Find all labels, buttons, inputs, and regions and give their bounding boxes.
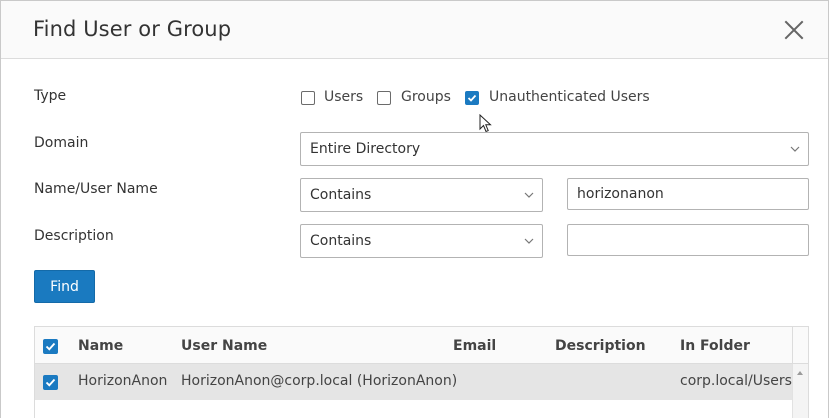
description-label: Description <box>34 228 114 244</box>
description-operator-value: Contains <box>310 233 372 249</box>
description-input[interactable] <box>567 224 809 256</box>
results-grid: Name User Name Email Description In Fold… <box>34 326 809 418</box>
type-label: Type <box>34 88 67 104</box>
unauthenticated-users-checkbox-label[interactable]: Unauthenticated Users <box>489 89 650 105</box>
groups-checkbox[interactable] <box>377 91 391 105</box>
description-operator-select[interactable]: Contains <box>300 224 543 258</box>
grid-header: Name User Name Email Description In Fold… <box>35 327 808 364</box>
select-all-checkbox[interactable] <box>43 339 58 354</box>
domain-label: Domain <box>34 135 89 151</box>
dialog-header: Find User or Group <box>1 1 828 59</box>
domain-select[interactable]: Entire Directory <box>300 132 809 166</box>
unauthenticated-users-checkbox[interactable] <box>465 91 479 105</box>
column-header-in-folder[interactable]: In Folder <box>680 338 750 354</box>
mouse-pointer-icon <box>479 114 492 133</box>
chevron-down-icon <box>524 192 534 198</box>
table-row[interactable]: HorizonAnon HorizonAnon@corp.local (Hori… <box>35 364 792 400</box>
find-button[interactable]: Find <box>34 270 95 303</box>
column-header-user-name[interactable]: User Name <box>181 338 267 354</box>
check-icon <box>467 94 477 102</box>
close-button[interactable] <box>783 19 805 41</box>
chevron-down-icon <box>524 238 534 244</box>
column-header-email[interactable]: Email <box>453 338 496 354</box>
name-label: Name/User Name <box>34 181 158 197</box>
check-icon <box>45 342 56 351</box>
cell-name: HorizonAnon <box>78 373 168 389</box>
close-icon <box>784 20 804 40</box>
users-checkbox-label[interactable]: Users <box>324 89 363 105</box>
name-operator-select[interactable]: Contains <box>300 178 543 212</box>
vertical-scrollbar[interactable] <box>792 364 808 418</box>
row-checkbox[interactable] <box>43 375 58 390</box>
dialog-title: Find User or Group <box>33 17 232 41</box>
chevron-down-icon <box>790 146 800 152</box>
groups-checkbox-label[interactable]: Groups <box>401 89 451 105</box>
cell-in-folder: corp.local/Users <box>680 373 792 389</box>
scroll-up-arrow-icon[interactable] <box>797 371 803 375</box>
name-operator-value: Contains <box>310 187 372 203</box>
name-input[interactable] <box>567 178 809 210</box>
header-divider <box>792 327 793 364</box>
cell-user-name: HorizonAnon@corp.local (HorizonAnon) <box>181 373 458 389</box>
check-icon <box>45 378 56 387</box>
find-user-dialog: Find User or Group Type Users Groups Una… <box>0 0 829 418</box>
domain-select-value: Entire Directory <box>310 141 421 157</box>
column-header-name[interactable]: Name <box>78 338 123 354</box>
users-checkbox[interactable] <box>301 91 315 105</box>
column-header-description[interactable]: Description <box>555 338 646 354</box>
